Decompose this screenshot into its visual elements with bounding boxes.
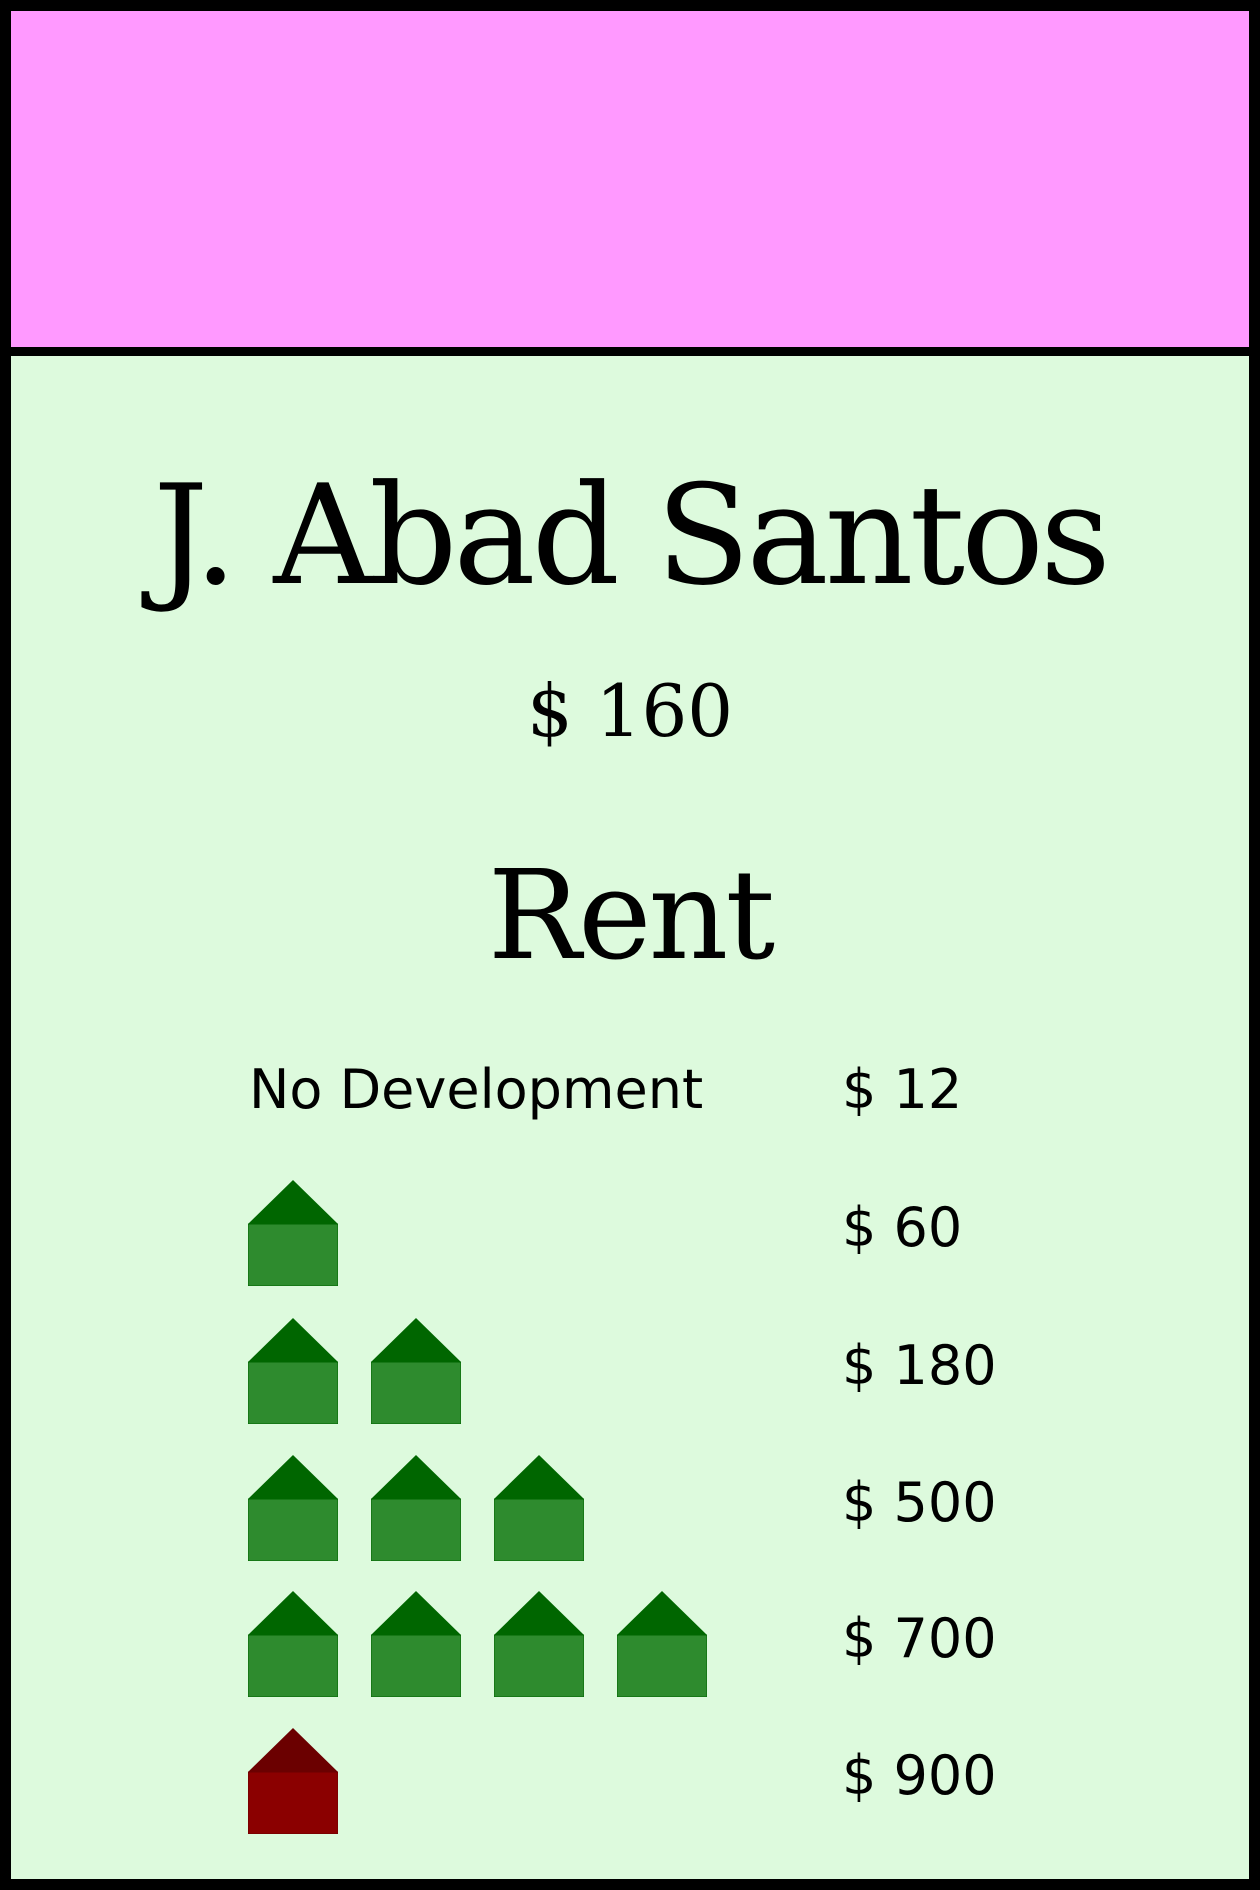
rent-row: No Development $ 12 xyxy=(11,1040,1249,1140)
rent-heading: Rent xyxy=(487,844,775,988)
rent-row-label: No Development xyxy=(249,1058,704,1121)
rent-row: $ 180 xyxy=(11,1316,1249,1424)
green-house-icon xyxy=(494,1455,584,1561)
rent-row-value: $ 12 xyxy=(842,1058,963,1121)
green-house-icon xyxy=(371,1318,461,1424)
rent-row-value: $ 500 xyxy=(842,1471,997,1534)
property-name: J. Abad Santos xyxy=(153,455,1111,616)
green-house-icon xyxy=(248,1318,338,1424)
color-band xyxy=(11,11,1249,347)
green-house-icon xyxy=(494,1591,584,1697)
rent-row: $ 700 xyxy=(11,1589,1249,1697)
green-house-icon xyxy=(371,1455,461,1561)
rent-row: $ 500 xyxy=(11,1453,1249,1561)
green-house-icon xyxy=(371,1591,461,1697)
rent-row-value: $ 60 xyxy=(842,1196,963,1259)
rent-row: $ 60 xyxy=(11,1178,1249,1286)
rent-row-value: $ 700 xyxy=(842,1607,997,1670)
red-hotel-icon xyxy=(248,1728,338,1834)
green-house-icon xyxy=(248,1180,338,1286)
green-house-icon xyxy=(248,1455,338,1561)
property-card: J. Abad Santos $ 160 Rent No Development… xyxy=(0,0,1260,1890)
green-house-icon xyxy=(617,1591,707,1697)
rent-row: $ 900 xyxy=(11,1726,1249,1834)
property-price: $ 160 xyxy=(526,669,734,753)
rent-row-value: $ 900 xyxy=(842,1744,997,1807)
card-body: J. Abad Santos $ 160 Rent No Development… xyxy=(11,356,1249,1879)
green-house-icon xyxy=(248,1591,338,1697)
rent-row-value: $ 180 xyxy=(842,1334,997,1397)
